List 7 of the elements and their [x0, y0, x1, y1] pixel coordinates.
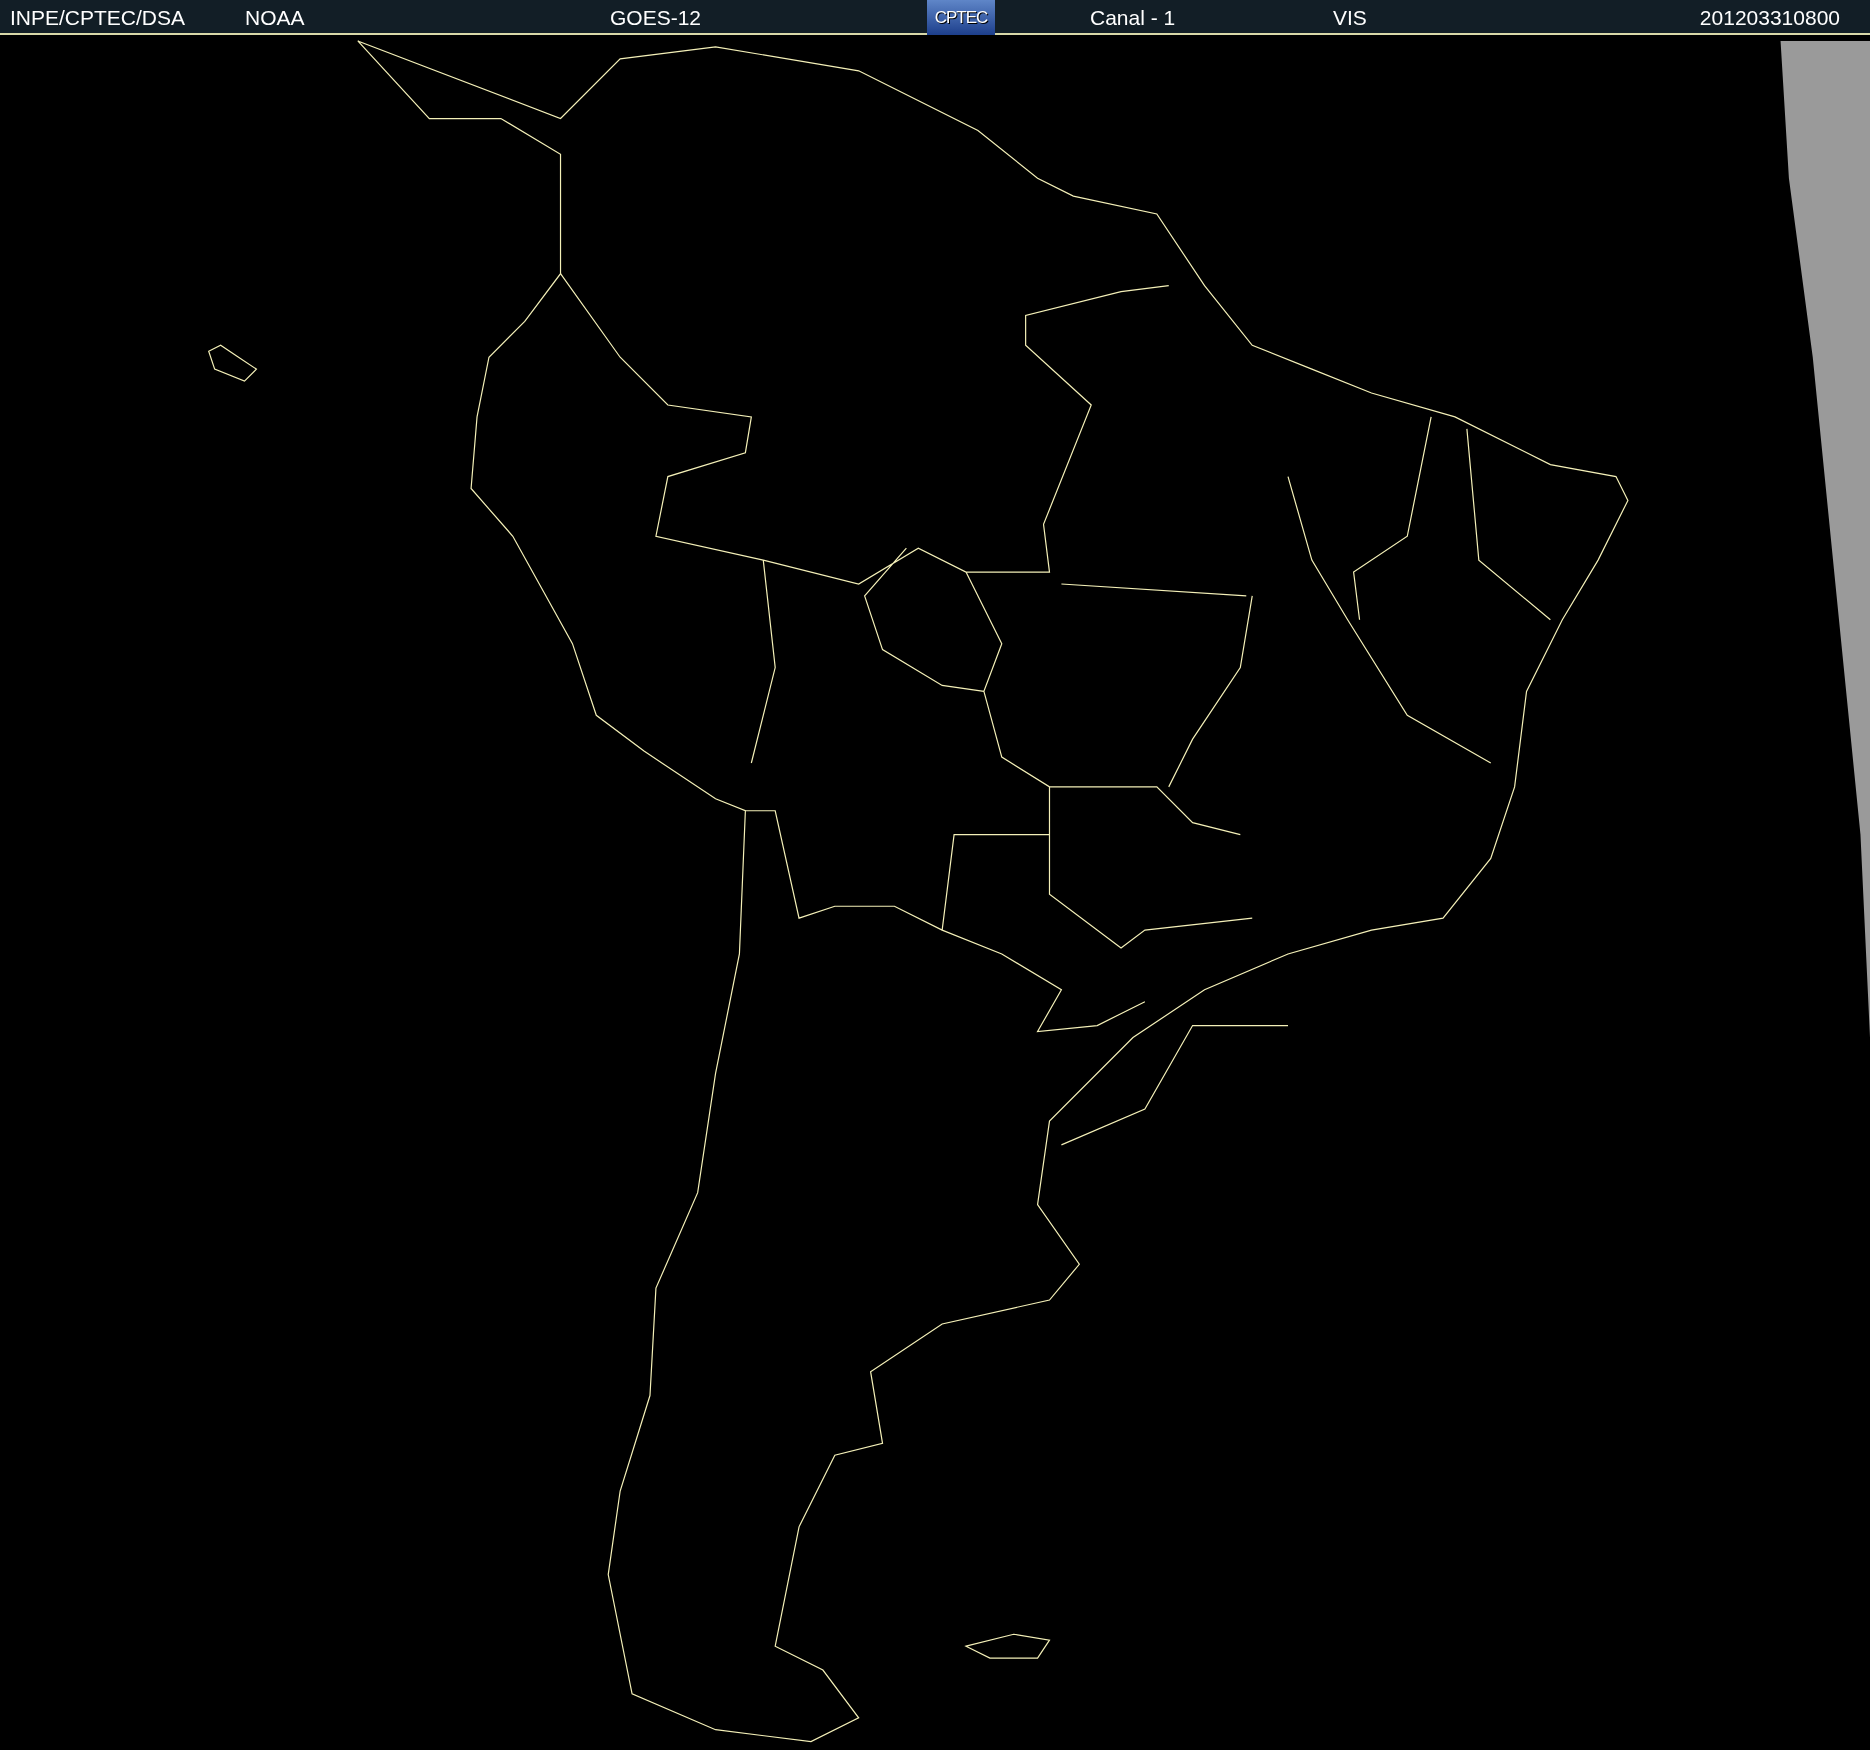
agency-label: NOAA [245, 5, 306, 30]
cptec-logo: CPTEC [927, 0, 995, 35]
timestamp-label: 201203310800 [1699, 5, 1841, 30]
satellite-label: GOES-12 [610, 5, 703, 30]
channel-label: Canal - 1 [1090, 5, 1177, 30]
source-label: INPE/CPTEC/DSA [10, 5, 187, 30]
band-label: VIS [1333, 5, 1368, 30]
